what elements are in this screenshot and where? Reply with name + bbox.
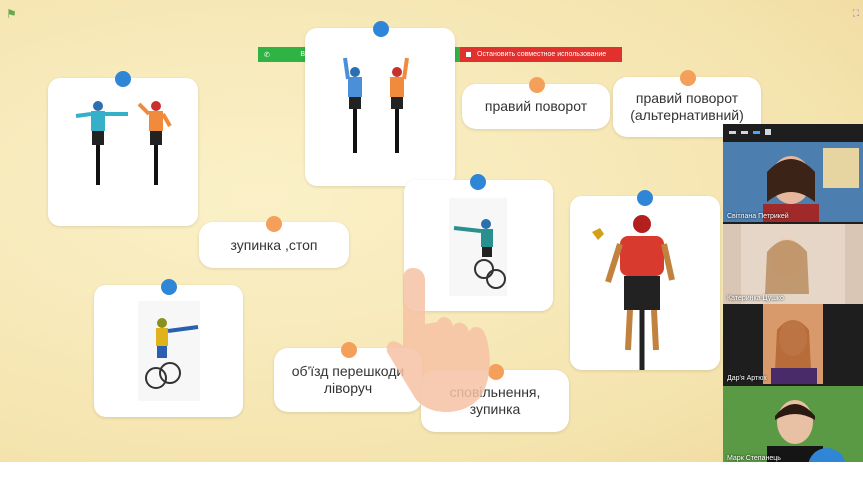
- image-card-cyclist-large[interactable]: [570, 196, 720, 372]
- card-pin: [341, 342, 357, 358]
- avatar: [723, 386, 863, 464]
- card-pin: [115, 71, 131, 87]
- cyclists-arms-up-illustration: [343, 57, 409, 153]
- video-gallery-panel: Світлана Петрикей Катеринка Цушко Дар'я …: [723, 124, 863, 464]
- card-pin: [680, 70, 696, 86]
- bottom-bar: [0, 462, 863, 487]
- stop-share-text: Остановить совместное использование: [477, 51, 607, 58]
- participant-name: Світлана Петрикей: [727, 213, 789, 220]
- card-pin: [529, 77, 545, 93]
- video-tile[interactable]: Катеринка Цушко: [723, 224, 863, 304]
- image-card-cyclist-signal[interactable]: [94, 285, 243, 417]
- stop-share-button[interactable]: Остановить совместное использование: [460, 47, 622, 62]
- cyclist-large-illustration: [592, 215, 675, 372]
- label-text: зупинка ,стоп: [230, 236, 318, 253]
- video-tile[interactable]: Марк Степанець: [723, 386, 863, 464]
- participant-name: Катеринка Цушко: [727, 295, 784, 302]
- image-card-two-cyclists-left[interactable]: [48, 78, 198, 226]
- avatar: [723, 142, 863, 222]
- card-pin: [637, 190, 653, 206]
- card-pin: [373, 21, 389, 37]
- card-pin: [161, 279, 177, 295]
- stop-icon: [466, 52, 471, 57]
- card-pin: [470, 174, 486, 190]
- flag-icon[interactable]: ⚑: [6, 7, 17, 21]
- video-tile[interactable]: Світлана Петрикей: [723, 142, 863, 222]
- video-layout-icons[interactable]: [723, 124, 863, 140]
- participant-name: Марк Степанець: [727, 455, 781, 462]
- phone-icon: ✆: [264, 51, 270, 59]
- cyclists-illustration: [75, 101, 172, 185]
- label-text: правий поворот: [484, 98, 588, 114]
- video-tile[interactable]: Дар'я Артюх: [723, 304, 863, 384]
- avatar: [741, 224, 845, 304]
- hand-pointer-icon: [386, 268, 490, 412]
- image-card-two-cyclists-top[interactable]: [305, 28, 455, 186]
- participant-name: Дар'я Артюх: [727, 375, 767, 382]
- cyclist-signal-illustration: [138, 301, 200, 401]
- fullscreen-icon[interactable]: ⛶: [853, 8, 859, 19]
- card-pin: [266, 216, 282, 232]
- label-text: правий поворот (альтернативний): [630, 90, 744, 123]
- avatar: [763, 304, 823, 384]
